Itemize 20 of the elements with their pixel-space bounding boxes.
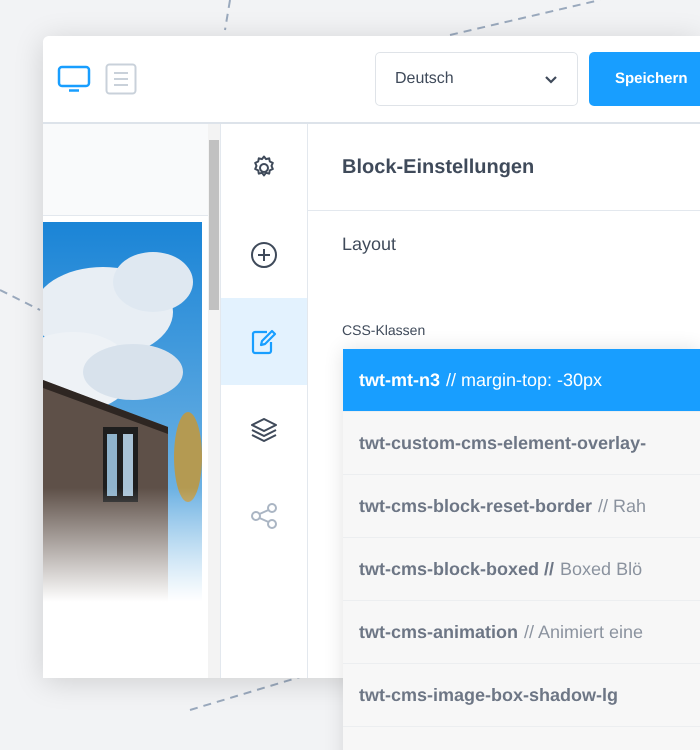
- list-view-icon[interactable]: [105, 63, 137, 95]
- dropdown-option[interactable]: twt-cms-image-box-shadow-lg: [343, 664, 700, 726]
- share-icon[interactable]: [250, 502, 278, 530]
- chevron-down-icon: [544, 74, 558, 84]
- rail-highlight[interactable]: [221, 298, 307, 385]
- dropdown-option[interactable]: twt-cms-block-boxed // Boxed Blö: [343, 538, 700, 600]
- edit-icon[interactable]: [250, 328, 278, 356]
- panel-title: Block-Einstellungen: [342, 155, 534, 180]
- scrollbar[interactable]: [208, 124, 220, 678]
- dropdown-option[interactable]: twt-mt-n3 // margin-top: -30px: [343, 349, 700, 411]
- save-button[interactable]: Speichern: [589, 52, 700, 106]
- select-value: Deutsch: [395, 69, 454, 89]
- plus-circle-icon[interactable]: [250, 240, 278, 268]
- dropdown-option[interactable]: twt-cms-block-reset-border // Rah: [343, 475, 700, 537]
- section-heading: Layout: [342, 233, 396, 256]
- dropdown-option[interactable]: twt-custom-cms-element-overlay-: [343, 412, 700, 474]
- language-select[interactable]: Deutsch: [375, 52, 578, 106]
- dropdown-option[interactable]: twt-cms-animation // Animiert eine: [343, 601, 700, 663]
- field-label: CSS-Klassen: [342, 321, 426, 340]
- desktop-view-icon[interactable]: [57, 65, 91, 93]
